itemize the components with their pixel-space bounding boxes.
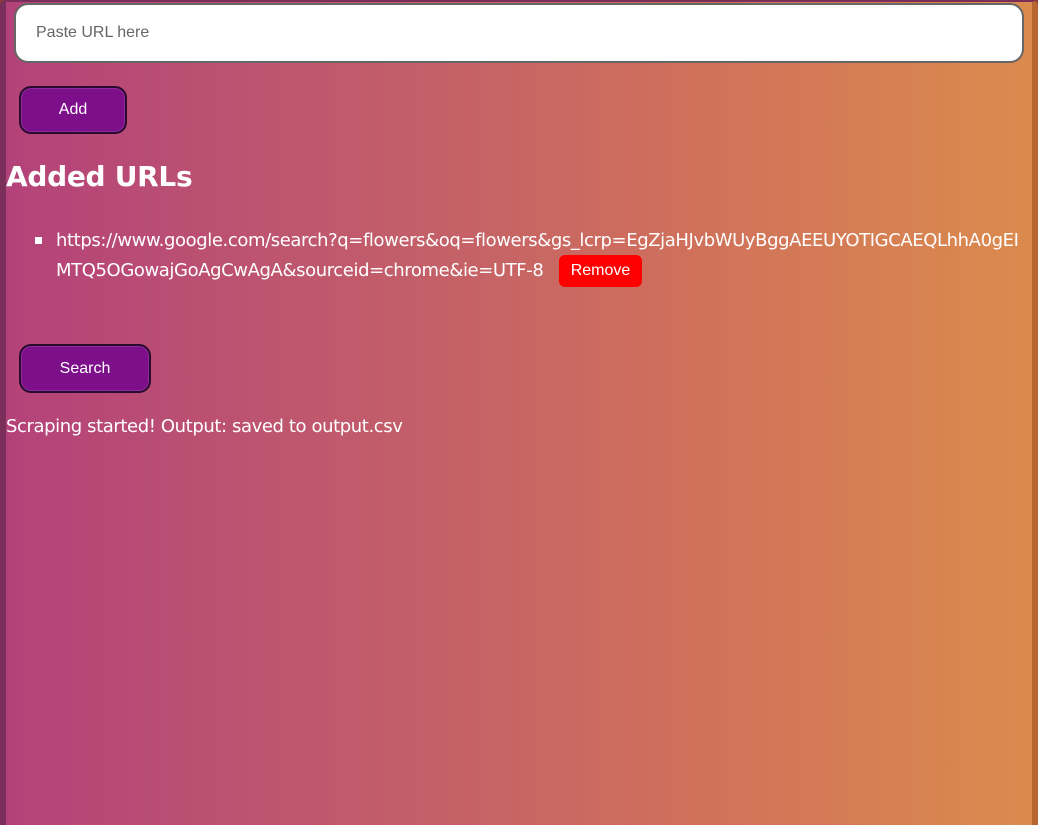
add-button[interactable]: Add [19,86,127,134]
url-input[interactable] [14,3,1024,63]
url-list: https://www.google.com/search?q=flowers&… [35,227,1026,287]
search-button[interactable]: Search [19,344,151,393]
remove-button[interactable]: Remove [558,255,643,287]
added-urls-heading: Added URLs [6,160,193,193]
list-item: https://www.google.com/search?q=flowers&… [35,227,1026,287]
app-window: Add Added URLs https://www.google.com/se… [0,0,1038,825]
url-text: https://www.google.com/search?q=flowers&… [56,230,1019,281]
bullet-square-icon [35,237,42,244]
status-message: Scraping started! Output: saved to outpu… [6,416,403,437]
